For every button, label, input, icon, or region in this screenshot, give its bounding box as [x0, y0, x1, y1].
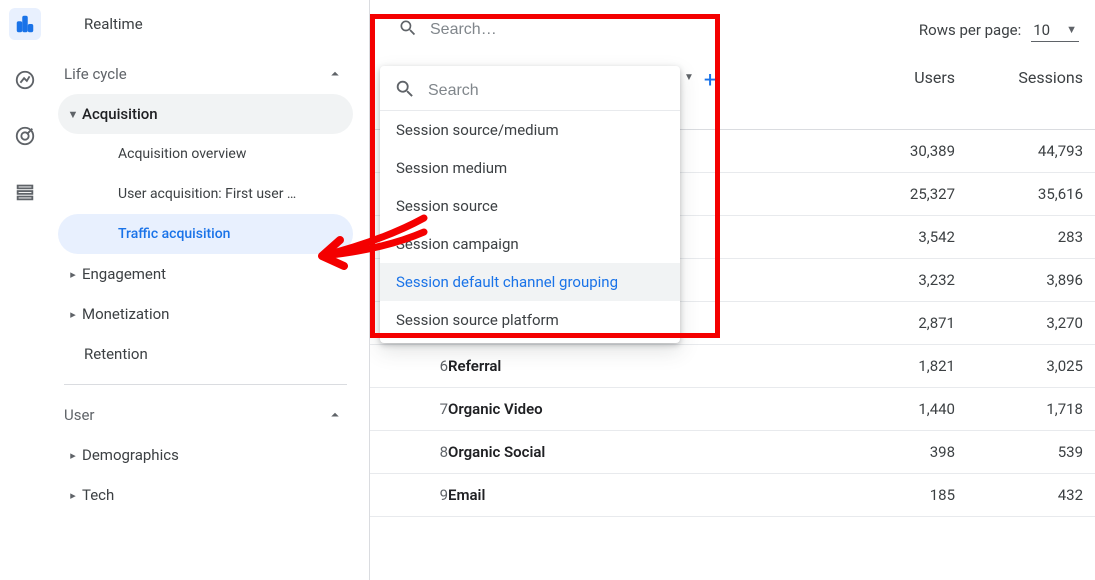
- row-index: 9: [370, 474, 448, 517]
- column-header-users[interactable]: Users: [815, 68, 955, 87]
- main-content: Rows per page: 10 ▼ Session default chan…: [370, 0, 1095, 580]
- table-row[interactable]: 8Organic Social398539: [370, 431, 1095, 474]
- dropdown-option[interactable]: Session source platform: [380, 301, 680, 339]
- sidebar-item-demographics[interactable]: ▸ Demographics: [58, 435, 353, 475]
- row-sessions: 3,270: [955, 302, 1095, 345]
- table-search-input[interactable]: [430, 21, 650, 39]
- dropdown-option[interactable]: Session source: [380, 187, 680, 225]
- sidebar-item-realtime[interactable]: Realtime: [58, 4, 353, 44]
- sidebar-item-label: Tech: [82, 486, 345, 504]
- dropdown-option[interactable]: Session source/medium: [380, 111, 680, 149]
- sidebar-section-label: Life cycle: [64, 65, 325, 83]
- dropdown-option[interactable]: Session default channel grouping: [380, 263, 680, 301]
- table-row[interactable]: 9Email185432: [370, 474, 1095, 517]
- sidebar-item-user-acq[interactable]: User acquisition: First user …: [58, 174, 353, 214]
- dropdown-arrow-icon: ▼: [684, 72, 694, 83]
- rail-explore-icon[interactable]: [9, 64, 41, 96]
- row-sessions: 432: [955, 474, 1095, 517]
- dropdown-option[interactable]: Session campaign: [380, 225, 680, 263]
- row-sessions: 35,616: [955, 173, 1095, 216]
- row-index: 7: [370, 388, 448, 431]
- sidebar-item-engagement[interactable]: ▸ Engagement: [58, 254, 353, 294]
- rail-configure-icon[interactable]: [9, 176, 41, 208]
- row-users: 25,327: [815, 173, 955, 216]
- sidebar-item-acq-overview[interactable]: Acquisition overview: [58, 134, 353, 174]
- rows-per-page-value: 10: [1033, 21, 1050, 39]
- row-users: 1,821: [815, 345, 955, 388]
- row-sessions: 44,793: [955, 130, 1095, 173]
- table-row[interactable]: 6Referral1,8213,025: [370, 345, 1095, 388]
- dropdown-search-input[interactable]: [428, 82, 666, 100]
- row-dimension: Organic Video: [448, 388, 815, 431]
- table-controls: Rows per page: 10 ▼: [370, 0, 1095, 60]
- row-users: 3,232: [815, 259, 955, 302]
- row-dimension: Organic Social: [448, 431, 815, 474]
- sidebar-item-label: Demographics: [82, 446, 345, 464]
- sidebar-item-traffic-acq[interactable]: Traffic acquisition: [58, 214, 353, 254]
- caret-down-icon: ▼: [64, 108, 82, 121]
- column-header-sessions[interactable]: Sessions: [955, 68, 1095, 87]
- row-users: 30,389: [815, 130, 955, 173]
- sidebar: Realtime Life cycle ▼ Acquisition Acquis…: [50, 0, 370, 580]
- table-row[interactable]: 7Organic Video1,4401,718: [370, 388, 1095, 431]
- dropdown-arrow-icon: ▼: [1066, 23, 1077, 36]
- search-icon: [398, 18, 418, 42]
- sidebar-item-label: Realtime: [84, 15, 345, 33]
- row-sessions: 3,025: [955, 345, 1095, 388]
- add-dimension-button[interactable]: +: [704, 68, 716, 93]
- row-users: 398: [815, 431, 955, 474]
- sidebar-section-label: User: [64, 406, 325, 424]
- rows-per-page-label: Rows per page:: [919, 21, 1021, 39]
- row-users: 3,542: [815, 216, 955, 259]
- row-sessions: 283: [955, 216, 1095, 259]
- sidebar-item-monetization[interactable]: ▸ Monetization: [58, 294, 353, 334]
- row-sessions: 1,718: [955, 388, 1095, 431]
- left-rail: [0, 0, 50, 580]
- row-dimension: Email: [448, 474, 815, 517]
- sidebar-item-label: Acquisition overview: [118, 146, 345, 162]
- row-sessions: 539: [955, 431, 1095, 474]
- sidebar-item-label: User acquisition: First user …: [118, 186, 345, 202]
- sidebar-item-label: Retention: [84, 345, 345, 363]
- rail-advertising-icon[interactable]: [9, 120, 41, 152]
- sidebar-item-label: Acquisition: [82, 105, 345, 123]
- sidebar-item-acquisition[interactable]: ▼ Acquisition: [58, 94, 353, 134]
- caret-right-icon: ▸: [64, 268, 82, 281]
- sidebar-item-retention[interactable]: Retention: [58, 334, 353, 374]
- caret-right-icon: ▸: [64, 308, 82, 321]
- row-index: 8: [370, 431, 448, 474]
- row-sessions: 3,896: [955, 259, 1095, 302]
- chevron-up-icon: [325, 64, 345, 84]
- row-index: 6: [370, 345, 448, 388]
- dimension-dropdown: Session source/mediumSession mediumSessi…: [380, 66, 680, 343]
- search-icon: [394, 78, 416, 104]
- row-users: 2,871: [815, 302, 955, 345]
- rail-reports-icon[interactable]: [9, 8, 41, 40]
- sidebar-item-label: Engagement: [82, 265, 345, 283]
- row-users: 1,440: [815, 388, 955, 431]
- sidebar-item-label: Traffic acquisition: [118, 226, 345, 242]
- caret-right-icon: ▸: [64, 489, 82, 502]
- row-dimension: Referral: [448, 345, 815, 388]
- sidebar-item-label: Monetization: [82, 305, 345, 323]
- sidebar-item-tech[interactable]: ▸ Tech: [58, 475, 353, 515]
- sidebar-section-life-cycle[interactable]: Life cycle: [58, 54, 353, 94]
- sidebar-section-user[interactable]: User: [58, 395, 353, 435]
- chevron-up-icon: [325, 405, 345, 425]
- caret-right-icon: ▸: [64, 449, 82, 462]
- divider: [64, 384, 347, 385]
- row-users: 185: [815, 474, 955, 517]
- rows-per-page-picker[interactable]: Rows per page: 10 ▼: [919, 19, 1079, 42]
- dropdown-option[interactable]: Session medium: [380, 149, 680, 187]
